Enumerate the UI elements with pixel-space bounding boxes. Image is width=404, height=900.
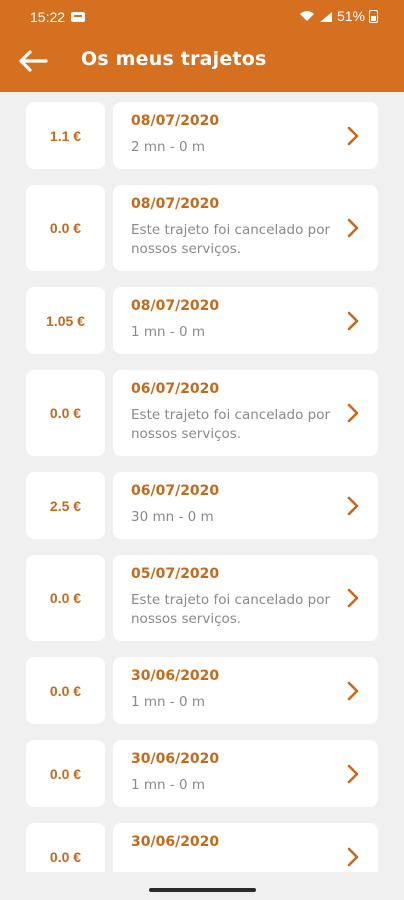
trip-item[interactable]: 2.5 € 06/07/2020 30 mn - 0 m	[26, 472, 378, 539]
back-button[interactable]	[16, 44, 50, 78]
trip-price: 0.0 €	[26, 370, 105, 456]
trip-item[interactable]: 1.1 € 08/07/2020 2 mn - 0 m	[26, 102, 378, 169]
trip-detail[interactable]: 08/07/2020 1 mn - 0 m	[113, 287, 378, 354]
trip-price: 2.5 €	[26, 472, 105, 539]
chevron-right-icon	[347, 403, 359, 423]
trip-detail[interactable]: 08/07/2020 Este trajeto foi cancelado po…	[113, 185, 378, 271]
trip-info: 30 mn - 0 m	[131, 509, 214, 525]
trip-price: 0.0 €	[26, 657, 105, 724]
trip-item[interactable]: 1.05 € 08/07/2020 1 mn - 0 m	[26, 287, 378, 354]
trip-date: 05/07/2020	[131, 566, 220, 582]
trip-info: Este trajeto foi cancelado por nossos se…	[131, 407, 331, 442]
battery-icon	[369, 9, 378, 23]
app-bar: 15:22 51% Os meus trajetos	[0, 0, 404, 92]
trip-detail[interactable]: 30/06/2020 1 mn - 0 m	[113, 657, 378, 724]
trip-item[interactable]: 0.0 € 30/06/2020 1 mn - 0 m	[26, 740, 378, 807]
status-time: 15:22	[30, 9, 66, 25]
trip-date: 30/06/2020	[131, 668, 220, 684]
trip-item[interactable]: 0.0 € 05/07/2020 Este trajeto foi cancel…	[26, 555, 378, 641]
page-title: Os meus trajetos	[81, 48, 267, 70]
trip-detail[interactable]: 08/07/2020 2 mn - 0 m	[113, 102, 378, 169]
chevron-right-icon	[347, 496, 359, 515]
trip-price: 0.0 €	[26, 823, 105, 872]
trip-price: 1.1 €	[26, 102, 105, 169]
trip-item[interactable]: 0.0 € 30/06/2020	[26, 823, 378, 872]
trip-date: 30/06/2020	[131, 834, 220, 850]
trip-info: 1 mn - 0 m	[131, 694, 206, 710]
trip-date: 08/07/2020	[131, 196, 220, 212]
trip-item[interactable]: 0.0 € 06/07/2020 Este trajeto foi cancel…	[26, 370, 378, 456]
trip-info: Este trajeto foi cancelado por nossos se…	[131, 592, 331, 627]
chevron-right-icon	[347, 681, 359, 700]
notification-icon	[71, 12, 85, 22]
trip-detail[interactable]: 30/06/2020	[113, 823, 378, 872]
trip-date: 08/07/2020	[131, 113, 220, 129]
status-bar: 15:22 51%	[0, 0, 404, 34]
trip-item[interactable]: 0.0 € 08/07/2020 Este trajeto foi cancel…	[26, 185, 378, 271]
status-indicators: 51%	[299, 8, 378, 24]
trip-date: 08/07/2020	[131, 298, 220, 314]
home-indicator[interactable]	[149, 888, 256, 892]
arrow-left-icon	[19, 50, 48, 72]
trip-price: 0.0 €	[26, 555, 105, 641]
trip-price: 0.0 €	[26, 740, 105, 807]
chevron-right-icon	[347, 126, 359, 145]
trip-date: 06/07/2020	[131, 483, 220, 499]
trip-date: 30/06/2020	[131, 751, 220, 767]
chevron-right-icon	[347, 588, 359, 608]
chevron-right-icon	[347, 218, 359, 238]
trip-date: 06/07/2020	[131, 381, 220, 397]
trip-detail[interactable]: 30/06/2020 1 mn - 0 m	[113, 740, 378, 807]
trip-list[interactable]: 1.1 € 08/07/2020 2 mn - 0 m 0.0 € 08/07/…	[0, 92, 404, 872]
trip-detail[interactable]: 06/07/2020 30 mn - 0 m	[113, 472, 378, 539]
chevron-right-icon	[347, 847, 359, 866]
wifi-icon	[299, 10, 315, 22]
battery-percentage: 51%	[336, 8, 365, 24]
chevron-right-icon	[347, 764, 359, 783]
trip-info: Este trajeto foi cancelado por nossos se…	[131, 222, 331, 257]
system-navigation-bar	[0, 872, 404, 900]
trip-info: 2 mn - 0 m	[131, 139, 206, 155]
chevron-right-icon	[347, 311, 359, 330]
trip-detail[interactable]: 06/07/2020 Este trajeto foi cancelado po…	[113, 370, 378, 456]
trip-info: 1 mn - 0 m	[131, 324, 206, 340]
trip-item[interactable]: 0.0 € 30/06/2020 1 mn - 0 m	[26, 657, 378, 724]
trip-info: 1 mn - 0 m	[131, 777, 206, 793]
signal-icon	[319, 10, 333, 22]
trip-price: 0.0 €	[26, 185, 105, 271]
trip-price: 1.05 €	[26, 287, 105, 354]
trip-detail[interactable]: 05/07/2020 Este trajeto foi cancelado po…	[113, 555, 378, 641]
